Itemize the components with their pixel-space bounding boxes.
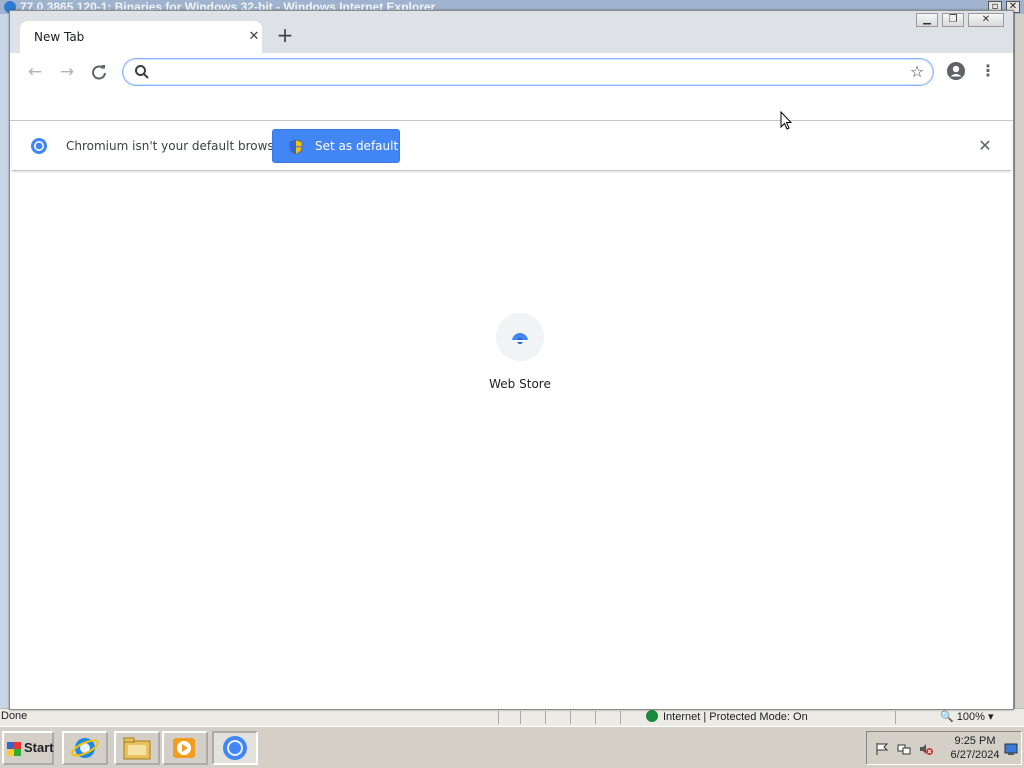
new-tab-button[interactable]: + — [274, 25, 296, 47]
minimize-button[interactable]: ▁ — [916, 13, 938, 27]
chromium-icon — [30, 137, 48, 155]
search-icon — [133, 63, 151, 81]
menu-icon[interactable]: ⋮ — [980, 61, 996, 83]
mouse-cursor-icon — [780, 111, 792, 130]
system-tray: 9:25 PM 6/27/2024 — [866, 731, 1022, 765]
toolbar: ← → ☆ ⋮ — [10, 53, 1013, 91]
infobar-message: Chromium isn't your default browser — [66, 139, 286, 153]
taskbar-explorer-button[interactable] — [114, 731, 160, 765]
globe-icon — [646, 710, 658, 722]
tab-strip: New Tab ✕ + ▁ ❐ ✕ — [10, 11, 1013, 53]
chromium-window: New Tab ✕ + ▁ ❐ ✕ ← → ☆ ⋮ Chromium isn't… — [9, 10, 1014, 710]
shortcut-label: Web Store — [489, 377, 551, 391]
tab-title: New Tab — [34, 30, 85, 44]
taskbar-chromium-button[interactable] — [212, 731, 258, 765]
status-separator — [545, 711, 546, 724]
toolbar-spacer — [10, 91, 1013, 121]
taskbar-ie-button[interactable] — [62, 731, 108, 765]
action-center-flag-icon[interactable] — [875, 742, 889, 756]
status-separator — [498, 711, 499, 724]
set-as-default-label: Set as default — [315, 139, 399, 153]
clock-time: 9:25 PM — [954, 735, 996, 747]
star-icon[interactable]: ☆ — [907, 62, 927, 82]
taskbar-media-player-button[interactable] — [162, 731, 208, 765]
ie-zoom-label: 100% — [956, 711, 985, 723]
network-icon[interactable] — [897, 742, 911, 756]
web-store-icon — [496, 313, 544, 361]
windows-flag-icon — [7, 742, 21, 756]
start-label: Start — [24, 740, 54, 755]
ie-zoom-level[interactable]: 🔍 100% ▾ — [940, 710, 993, 723]
new-tab-page: Web Store — [12, 173, 1011, 709]
tab-new-tab[interactable]: New Tab ✕ — [20, 21, 262, 53]
close-button[interactable]: ✕ — [968, 13, 1004, 27]
status-separator — [595, 711, 596, 724]
clock-date: 6/27/2024 — [950, 749, 1000, 761]
forward-icon[interactable]: → — [56, 61, 78, 83]
default-browser-infobar: Chromium isn't your default browser Set … — [12, 123, 1011, 171]
ie-zone-label: Internet | Protected Mode: On — [663, 711, 808, 723]
maximize-button[interactable]: ❐ — [942, 13, 964, 27]
ie-security-zone: Internet | Protected Mode: On — [646, 710, 808, 723]
background-ie-scrollbar[interactable] — [1014, 14, 1024, 714]
back-icon[interactable]: ← — [24, 61, 46, 83]
shield-icon — [289, 139, 303, 155]
tab-close-icon[interactable]: ✕ — [246, 29, 262, 45]
ie-icon — [71, 738, 99, 758]
profile-icon[interactable] — [946, 61, 966, 81]
show-desktop-icon[interactable] — [1004, 742, 1018, 756]
status-separator — [895, 711, 896, 724]
media-player-icon — [173, 738, 195, 758]
taskbar: Start 9:25 PM 6/27/2024 — [0, 726, 1024, 768]
omnibox[interactable]: ☆ — [122, 58, 934, 86]
ie-status-bar: Done Internet | Protected Mode: On 🔍 100… — [0, 708, 1024, 726]
omnibox-input[interactable] — [157, 63, 887, 81]
set-as-default-button[interactable]: Set as default — [272, 129, 400, 163]
start-button[interactable]: Start — [2, 731, 54, 765]
volume-muted-icon[interactable] — [919, 742, 933, 756]
status-separator — [570, 711, 571, 724]
status-separator — [520, 711, 521, 724]
chromium-icon — [223, 736, 247, 760]
reload-icon[interactable] — [88, 61, 110, 83]
status-separator — [620, 711, 621, 724]
folder-icon — [123, 737, 151, 760]
close-icon[interactable]: ✕ — [976, 137, 994, 155]
shortcut-tile-web-store[interactable]: Web Store — [464, 307, 576, 407]
ie-status-text: Done — [1, 710, 28, 722]
clock[interactable]: 9:25 PM 6/27/2024 — [943, 734, 1007, 762]
